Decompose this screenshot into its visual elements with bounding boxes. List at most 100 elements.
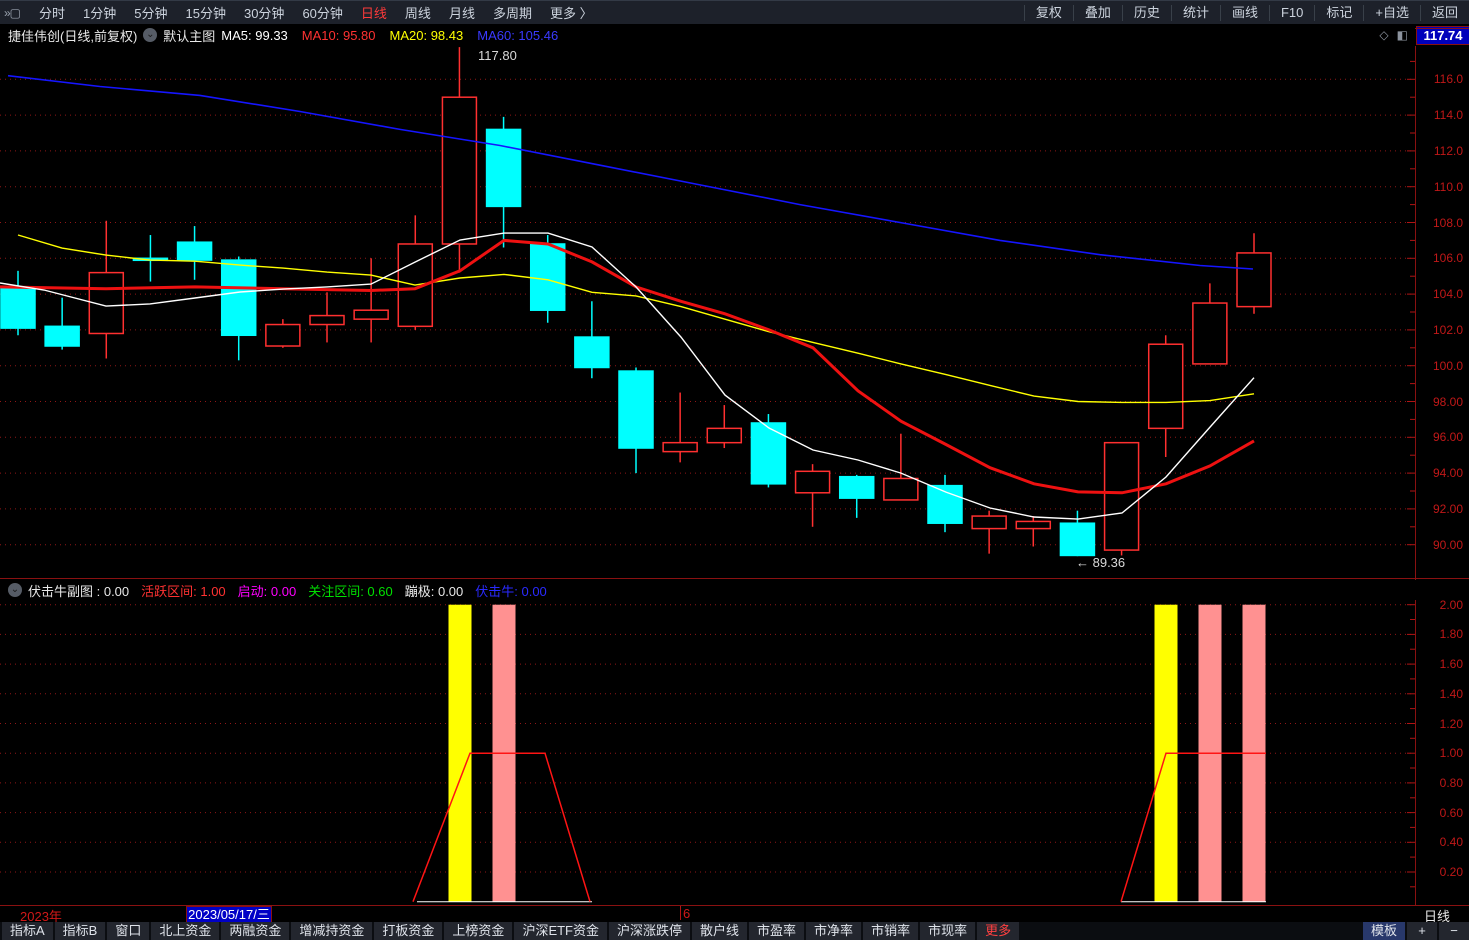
price-label: 92.00 <box>1432 501 1463 516</box>
indicator-value: 关注区间: 0.60 <box>308 583 393 599</box>
template-button[interactable]: 模板 <box>1362 922 1405 940</box>
axis-top-border <box>1415 28 1469 29</box>
price-label: 108.0 <box>1432 215 1463 230</box>
indicator-values: 伏击牛副图 : 0.00 活跃区间: 1.00 启动: 0.00 关注区间: 0.60… <box>28 581 559 600</box>
period-item[interactable]: 月线 <box>440 3 484 22</box>
indicator-value: 蹦极: 0.00 <box>404 583 464 599</box>
bottom-menu-item[interactable]: 北上资金 <box>151 922 220 940</box>
bottom-menu-item[interactable]: 更多 <box>977 922 1020 940</box>
indicator-axis-label: 1.00 <box>1439 746 1463 761</box>
bottom-menu-item[interactable]: 增减持资金 <box>291 922 373 940</box>
indicator-value: 活跃区间: 1.00 <box>141 583 226 599</box>
chart-title-bar: 捷佳伟创(日线,前复权) ⌄ 默认主图 MA5: 99.33 MA10: 95.8… <box>0 24 1469 46</box>
indicator-value: 伏击牛: 0.00 <box>475 583 547 599</box>
ma-values: MA5: 99.33 MA10: 95.80 MA20: 98.43 MA60: 10… <box>221 28 572 43</box>
price-label: 106.0 <box>1432 251 1463 266</box>
month-tick <box>680 906 681 920</box>
price-label: 104.0 <box>1432 287 1463 302</box>
zoom-in-button[interactable]: + <box>1407 922 1437 940</box>
period-item[interactable]: 更多 〉 <box>541 3 602 22</box>
indicator-axis-label: 1.20 <box>1439 716 1463 731</box>
bottom-menu-item[interactable]: 市现率 <box>920 922 976 940</box>
price-label: 102.0 <box>1432 322 1463 337</box>
period-item[interactable]: 日线 <box>352 3 396 22</box>
bottom-menu-item[interactable]: 上榜资金 <box>444 922 513 940</box>
svg-text:← 89.36: ← 89.36 <box>1076 555 1125 570</box>
bottom-menu-bar: 指标A 指标B 窗口 北上资金 两融资金 增减持资金 打板资金 上榜资金 沪深ETF资金 沪深涨跌… <box>0 922 1469 940</box>
indicator-chart[interactable] <box>0 600 1415 905</box>
panel-separator <box>0 578 1469 579</box>
tool-item[interactable]: 历史 <box>1121 4 1171 21</box>
toolbar-menu: 复权 叠加 历史 统计 画线 F10 标记 +自选 返回 <box>1023 1 1469 24</box>
indicator-axis-label: 0.80 <box>1439 775 1463 790</box>
indicator-axis-label: 0.20 <box>1439 865 1463 879</box>
ma-value: MA5: 99.33 <box>221 27 288 43</box>
price-label: 114.0 <box>1433 108 1463 123</box>
bottom-menu-item[interactable]: 窗口 <box>107 922 150 940</box>
bottom-menu-item[interactable]: 指标A <box>2 922 53 940</box>
ma-value: MA60: 105.46 <box>477 27 559 43</box>
bottom-menu-items: 指标A 指标B 窗口 北上资金 两融资金 增减持资金 打板资金 上榜资金 沪深ETF资金 沪深涨跌… <box>0 922 1020 940</box>
tool-item[interactable]: 叠加 <box>1072 4 1122 21</box>
tool-item[interactable]: 统计 <box>1170 4 1220 21</box>
selected-date-box[interactable]: 2023/05/17/三 <box>186 906 272 923</box>
indicator-value: 启动: 0.00 <box>237 583 297 599</box>
indicator-axis-label: 0.60 <box>1439 805 1463 820</box>
tool-item[interactable]: 复权 <box>1023 4 1073 21</box>
top-menu-bar: »▢ 分时 1分钟 5分钟 15分钟 30分钟 60分钟 日线 周线 月线 多周期 更多 〉 复权叠… <box>0 0 1469 24</box>
tool-item[interactable]: 画线 <box>1219 4 1269 21</box>
price-label: 94.00 <box>1432 466 1463 481</box>
tool-item[interactable]: +自选 <box>1363 4 1420 21</box>
diamond-icon[interactable]: ◇ <box>1379 28 1388 42</box>
indicator-axis-label: 1.60 <box>1439 657 1463 672</box>
period-menu: 分时 1分钟 5分钟 15分钟 30分钟 60分钟 日线 周线 月线 多周期 更多 〉 <box>30 3 602 22</box>
price-label: 90.00 <box>1432 537 1463 552</box>
bottom-menu-item[interactable]: 市盈率 <box>749 922 805 940</box>
svg-text:117.80: 117.80 <box>478 48 517 63</box>
indicator-axis-label: 1.80 <box>1439 627 1463 642</box>
period-item[interactable]: 15分钟 <box>177 3 235 22</box>
split-layout-icon[interactable]: ◧ <box>1397 28 1408 42</box>
indicator-axis-label: 0.40 <box>1439 835 1463 850</box>
chevron-down-icon[interactable]: ⌄ <box>143 28 158 42</box>
tool-item[interactable]: 返回 <box>1419 4 1469 21</box>
stock-title: 捷佳伟创(日线,前复权) <box>8 28 138 44</box>
price-label: 110.0 <box>1433 179 1463 194</box>
bottom-menu-item[interactable]: 沪深涨跌停 <box>609 922 691 940</box>
main-chart-selector[interactable]: 默认主图 <box>163 26 215 45</box>
period-item[interactable]: 周线 <box>396 3 440 22</box>
bottom-menu-item[interactable]: 打板资金 <box>374 922 443 940</box>
period-item[interactable]: 30分钟 <box>235 3 293 22</box>
price-label: 96.00 <box>1432 430 1463 445</box>
period-item[interactable]: 多周期 <box>484 3 541 22</box>
zoom-out-button[interactable]: − <box>1439 922 1469 940</box>
indicator-value: 伏击牛副图 : 0.00 <box>28 583 130 599</box>
ma-value: MA20: 98.43 <box>389 27 464 43</box>
price-label: 98.00 <box>1432 394 1463 409</box>
bottom-menu-item[interactable]: 沪深ETF资金 <box>514 922 607 940</box>
bottom-menu-item[interactable]: 两融资金 <box>221 922 290 940</box>
price-label: 116.0 <box>1433 72 1463 87</box>
indicator-header: ⌄ 伏击牛副图 : 0.00 活跃区间: 1.00 启动: 0.00 关注区间: 0.… <box>0 580 1469 600</box>
indicator-axis-label: 2.00 <box>1439 597 1463 612</box>
main-candlestick-chart[interactable]: 117.80 ← 89.36 <box>0 46 1415 578</box>
tool-item[interactable]: 标记 <box>1314 4 1363 21</box>
chevron-down-icon[interactable]: ⌄ <box>8 583 22 597</box>
period-item[interactable]: 5分钟 <box>125 3 176 22</box>
period-item[interactable]: 60分钟 <box>293 3 351 22</box>
bottom-menu-item[interactable]: 指标B <box>54 922 106 940</box>
date-axis-row: 2023年 2023/05/17/三 6 日线 <box>0 906 1469 924</box>
period-item[interactable]: 1分钟 <box>74 3 125 22</box>
price-label: 112.0 <box>1433 143 1463 158</box>
indicator-axis-label: 1.40 <box>1439 686 1463 701</box>
month-marker: 6 <box>683 906 691 921</box>
bottom-menu-item[interactable]: 市销率 <box>863 922 919 940</box>
price-label: 100.0 <box>1432 358 1463 373</box>
period-item[interactable]: 分时 <box>30 3 74 22</box>
bottom-menu-item[interactable]: 散户线 <box>692 922 748 940</box>
bottom-menu-item[interactable]: 市净率 <box>806 922 862 940</box>
right-axis-line <box>1415 46 1416 922</box>
ma-value: MA10: 95.80 <box>301 27 376 43</box>
collapse-panel-icon[interactable]: »▢ <box>4 6 21 20</box>
tool-item[interactable]: F10 <box>1268 4 1314 21</box>
